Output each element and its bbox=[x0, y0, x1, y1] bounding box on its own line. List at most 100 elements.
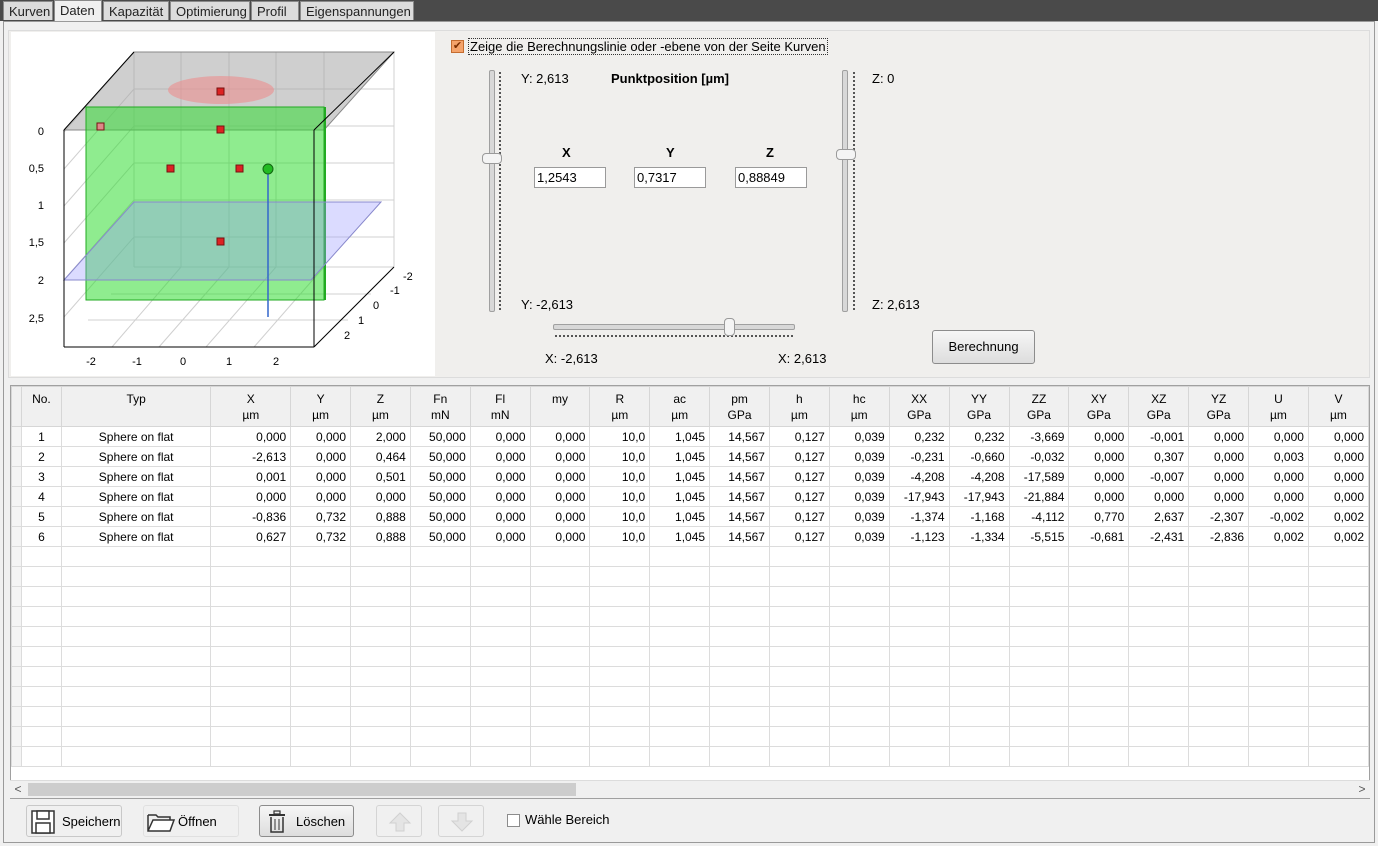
table-row[interactable]: 3 Sphere on flat 0,001 0,000 0,501 50,000 0,00… bbox=[11, 466, 1369, 487]
table-cell[interactable] bbox=[409, 726, 471, 747]
y-input[interactable]: 0,7317 bbox=[634, 167, 706, 188]
column-header[interactable]: h µm bbox=[768, 386, 830, 427]
table-cell[interactable] bbox=[1307, 666, 1369, 687]
table-cell[interactable] bbox=[709, 706, 770, 727]
row-selector[interactable] bbox=[11, 566, 22, 587]
table-cell[interactable] bbox=[20, 746, 62, 767]
table-cell[interactable] bbox=[828, 726, 890, 747]
table-cell[interactable]: 0,039 bbox=[828, 446, 890, 467]
table-cell[interactable] bbox=[1188, 606, 1250, 627]
column-header[interactable]: YY GPa bbox=[948, 386, 1010, 427]
table-cell[interactable] bbox=[350, 746, 411, 767]
table-cell[interactable] bbox=[1068, 606, 1130, 627]
table-cell[interactable] bbox=[888, 626, 950, 647]
table-cell[interactable] bbox=[1188, 706, 1250, 727]
table-cell[interactable]: 0,888 bbox=[350, 526, 411, 547]
table-cell[interactable]: 0,039 bbox=[828, 506, 890, 527]
table-cell[interactable] bbox=[709, 666, 770, 687]
table-cell[interactable] bbox=[828, 586, 890, 607]
table-cell[interactable] bbox=[1128, 686, 1190, 707]
delete-button[interactable]: Löschen bbox=[259, 805, 354, 837]
row-selector[interactable] bbox=[11, 666, 22, 687]
table-cell[interactable] bbox=[409, 646, 471, 667]
table-cell[interactable] bbox=[1128, 666, 1190, 687]
table-cell[interactable] bbox=[20, 586, 62, 607]
table-cell[interactable] bbox=[469, 606, 531, 627]
table-cell[interactable] bbox=[1128, 546, 1190, 567]
column-header[interactable]: Fn mN bbox=[409, 386, 471, 427]
table-cell[interactable] bbox=[210, 566, 292, 587]
table-cell[interactable] bbox=[1307, 626, 1369, 647]
table-cell[interactable] bbox=[1068, 706, 1130, 727]
select-range-label[interactable]: Wähle Bereich bbox=[525, 812, 610, 827]
table-cell[interactable]: 50,000 bbox=[409, 446, 471, 467]
column-header[interactable]: pm GPa bbox=[709, 386, 770, 427]
table-cell[interactable] bbox=[948, 586, 1010, 607]
table-cell[interactable] bbox=[768, 606, 830, 627]
table-cell[interactable]: 0,000 bbox=[290, 466, 352, 487]
column-header[interactable]: my bbox=[529, 386, 591, 427]
table-cell[interactable] bbox=[1188, 686, 1250, 707]
table-cell[interactable] bbox=[649, 746, 711, 767]
table-cell[interactable]: 0,000 bbox=[1307, 446, 1369, 467]
table-cell[interactable]: 50,000 bbox=[409, 466, 471, 487]
tab-kurven[interactable]: Kurven bbox=[3, 1, 53, 20]
table-cell[interactable] bbox=[210, 666, 292, 687]
tab-kapazitaet[interactable]: Kapazität bbox=[103, 1, 169, 20]
table-cell[interactable] bbox=[1008, 566, 1070, 587]
column-header[interactable]: Rµm bbox=[589, 386, 651, 427]
table-cell[interactable]: 2,637 bbox=[1128, 506, 1190, 527]
table-cell[interactable] bbox=[60, 686, 212, 707]
table-cell[interactable]: -2,431 bbox=[1128, 526, 1190, 547]
table-cell[interactable] bbox=[1307, 606, 1369, 627]
table-cell[interactable] bbox=[589, 706, 651, 727]
row-selector[interactable] bbox=[11, 466, 22, 487]
column-header[interactable]: hc µm bbox=[828, 386, 890, 427]
table-cell[interactable] bbox=[60, 726, 212, 747]
table-cell[interactable] bbox=[1008, 746, 1070, 767]
table-cell[interactable]: 0,000 bbox=[350, 486, 411, 507]
table-row[interactable] bbox=[11, 626, 1369, 647]
table-cell[interactable] bbox=[1307, 746, 1369, 767]
table-cell[interactable]: 5 bbox=[20, 506, 62, 527]
table-row[interactable]: 1 Sphere on flat 0,000 0,000 2,000 50,000 0,00… bbox=[11, 426, 1369, 447]
table-cell[interactable] bbox=[709, 546, 770, 567]
table-cell[interactable] bbox=[469, 726, 531, 747]
table-cell[interactable] bbox=[20, 626, 62, 647]
table-cell[interactable]: -0,836 bbox=[210, 506, 292, 527]
table-cell[interactable] bbox=[210, 706, 292, 727]
table-cell[interactable] bbox=[350, 686, 411, 707]
table-cell[interactable] bbox=[948, 626, 1010, 647]
table-cell[interactable] bbox=[1008, 706, 1070, 727]
table-cell[interactable] bbox=[1188, 646, 1250, 667]
table-cell[interactable]: 0,000 bbox=[1068, 486, 1130, 507]
table-cell[interactable]: 0,000 bbox=[1307, 426, 1369, 447]
table-cell[interactable] bbox=[828, 646, 890, 667]
table-row[interactable]: 4 Sphere on flat 0,000 0,000 0,000 50,000 0,00… bbox=[11, 486, 1369, 507]
table-cell[interactable] bbox=[60, 706, 212, 727]
table-cell[interactable]: 0,000 bbox=[1068, 426, 1130, 447]
row-selector[interactable] bbox=[11, 546, 22, 567]
table-cell[interactable]: 0,039 bbox=[828, 486, 890, 507]
table-cell[interactable]: 10,0 bbox=[589, 526, 651, 547]
table-cell[interactable] bbox=[888, 666, 950, 687]
table-cell[interactable]: -0,231 bbox=[888, 446, 950, 467]
table-row[interactable]: 6 Sphere on flat 0,627 0,732 0,888 50,000 0,00… bbox=[11, 526, 1369, 547]
table-cell[interactable] bbox=[768, 746, 830, 767]
table-cell[interactable] bbox=[828, 566, 890, 587]
table-cell[interactable]: -21,884 bbox=[1008, 486, 1070, 507]
table-cell[interactable] bbox=[469, 546, 531, 567]
table-cell[interactable]: 0,232 bbox=[948, 426, 1010, 447]
row-selector[interactable] bbox=[11, 426, 22, 447]
table-cell[interactable] bbox=[1248, 686, 1309, 707]
table-cell[interactable] bbox=[888, 726, 950, 747]
table-cell[interactable] bbox=[350, 666, 411, 687]
table-horizontal-scrollbar[interactable]: < > bbox=[10, 780, 1370, 798]
table-row[interactable] bbox=[11, 706, 1369, 727]
save-button[interactable]: Speichern bbox=[26, 805, 122, 837]
table-cell[interactable] bbox=[589, 726, 651, 747]
table-cell[interactable]: -0,007 bbox=[1128, 466, 1190, 487]
table-cell[interactable] bbox=[1248, 706, 1309, 727]
table-cell[interactable]: 0,888 bbox=[350, 506, 411, 527]
table-cell[interactable]: 0,039 bbox=[828, 426, 890, 447]
